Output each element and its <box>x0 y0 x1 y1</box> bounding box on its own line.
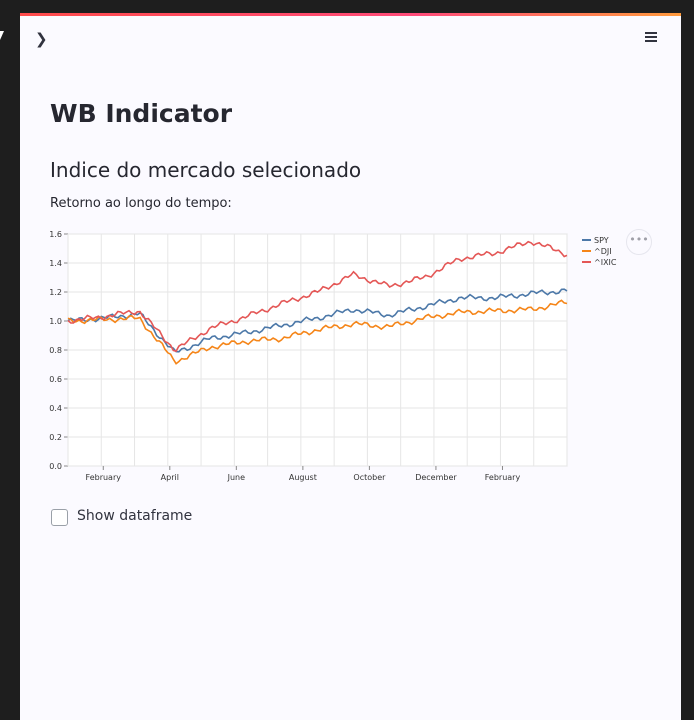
y-tick-label: 0.0 <box>49 462 62 471</box>
legend-label: SPY <box>594 236 609 245</box>
y-tick-label: 1.0 <box>49 317 62 326</box>
legend-label: ^DJI <box>594 247 612 256</box>
y-tick-label: 0.2 <box>49 433 62 442</box>
app-page: ❯ WB Indicator Indice do mercado selecio… <box>20 13 681 720</box>
x-tick-label: April <box>161 473 179 482</box>
show-dataframe-checkbox[interactable] <box>51 509 68 526</box>
y-tick-label: 1.4 <box>49 259 62 268</box>
more-horizontal-icon[interactable]: ••• <box>626 229 652 255</box>
mouse-cursor <box>0 31 4 40</box>
checkbox-label: Show dataframe <box>77 508 193 524</box>
legend-label: ^IXIC <box>594 258 617 267</box>
x-tick-label: February <box>86 473 122 482</box>
line-chart[interactable]: 0.0 0.2 0.4 0.6 0.8 1.0 1.2 1.4 1.6 February April… <box>20 13 681 493</box>
y-tick-label: 1.2 <box>49 288 62 297</box>
y-tick-label: 0.6 <box>49 375 62 384</box>
x-tick-label: June <box>227 473 246 482</box>
y-tick-label: 0.8 <box>49 346 62 355</box>
y-tick-label: 1.6 <box>49 230 62 239</box>
y-tick-label: 0.4 <box>49 404 62 413</box>
x-tick-label: December <box>415 473 457 482</box>
x-tick-label: October <box>353 473 386 482</box>
x-tick-label: August <box>289 473 317 482</box>
x-tick-label: February <box>485 473 521 482</box>
